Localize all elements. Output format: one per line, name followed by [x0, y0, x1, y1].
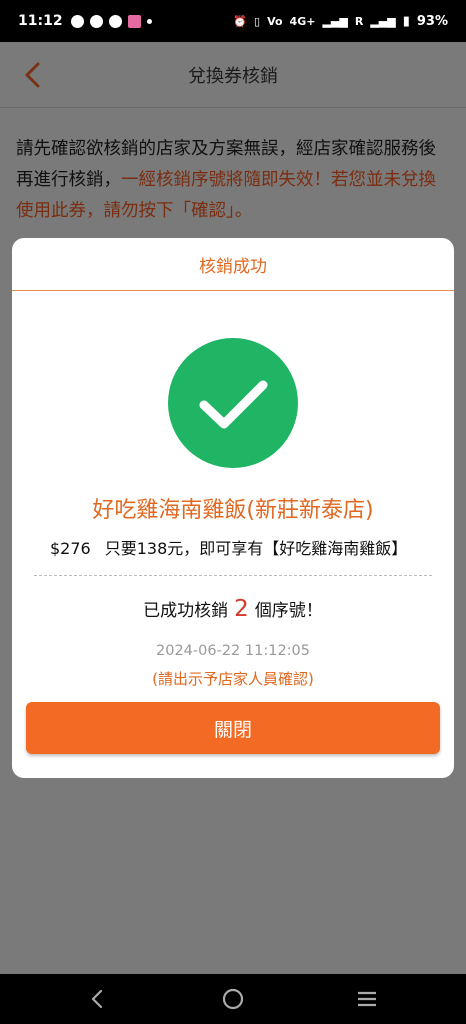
battery-icon: ▮	[402, 13, 410, 29]
notice-text: 請先確認欲核銷的店家及方案無誤，經店家確認服務後再進行核銷，一經核銷序號將隨即失…	[16, 134, 452, 227]
divider	[34, 575, 432, 576]
store-name: 好吃雞海南雞飯(新莊新泰店)	[92, 498, 374, 523]
home-nav-icon[interactable]	[218, 984, 248, 1014]
network-type: 4G+	[289, 14, 316, 28]
success-message: 已成功核銷 2 個序號！	[12, 596, 454, 622]
dot-icon	[146, 18, 152, 24]
success-prefix: 已成功核銷	[143, 601, 229, 621]
calendar-icon	[127, 14, 141, 28]
alarm-icon: ⏰	[233, 14, 248, 28]
volte-icon: Vo	[267, 14, 283, 28]
battery-level: 93%	[416, 13, 448, 29]
back-button[interactable]	[18, 60, 48, 90]
show-staff-hint: (請出示予店家人員確認)	[152, 670, 314, 688]
system-nav-bar	[0, 974, 466, 1024]
signal-icon-2: ▂▄▆	[370, 14, 396, 28]
app-icon	[108, 14, 122, 28]
redeemed-count: 2	[234, 596, 249, 622]
status-right: ⏰ ▯ Vo 4G+ ▂▄▆ R ▂▄▆ ▮ 93%	[233, 14, 448, 29]
back-nav-icon[interactable]	[82, 984, 112, 1014]
redeem-timestamp: 2024-06-22 11:12:05	[156, 643, 310, 659]
recents-nav-icon[interactable]	[352, 984, 382, 1014]
vibrate-icon: ▯	[254, 14, 261, 28]
close-button[interactable]: 關閉	[26, 702, 440, 754]
chevron-left-icon	[25, 62, 40, 88]
signal-icon: ▂▄▆	[322, 14, 348, 28]
checkmark-icon	[199, 380, 268, 429]
line-icon	[89, 14, 103, 28]
dialog-title: 核銷成功	[12, 238, 454, 291]
status-bar: 11:12 ⏰ ▯ Vo 4G+ ▂▄▆ R ▂▄▆ ▮ 93%	[0, 0, 466, 42]
success-check-icon	[168, 338, 298, 468]
success-dialog: 核銷成功 好吃雞海南雞飯(新莊新泰店) $276 只要138元，即可享有【好吃雞海…	[12, 238, 454, 778]
messenger-icon	[70, 14, 84, 28]
success-suffix: 個序號！	[254, 601, 323, 621]
roaming-indicator: R	[354, 14, 364, 28]
plan-price: $276	[50, 539, 91, 558]
plan-description: $276 只要138元，即可享有【好吃雞海南雞飯】	[50, 535, 425, 559]
plan-text: 只要138元，即可享有【好吃雞海南雞飯】	[104, 539, 408, 558]
status-time: 11:12	[18, 13, 63, 29]
notification-icons	[70, 14, 152, 28]
header: 兌換券核銷	[0, 42, 466, 108]
page-title: 兌換券核銷	[188, 65, 278, 87]
